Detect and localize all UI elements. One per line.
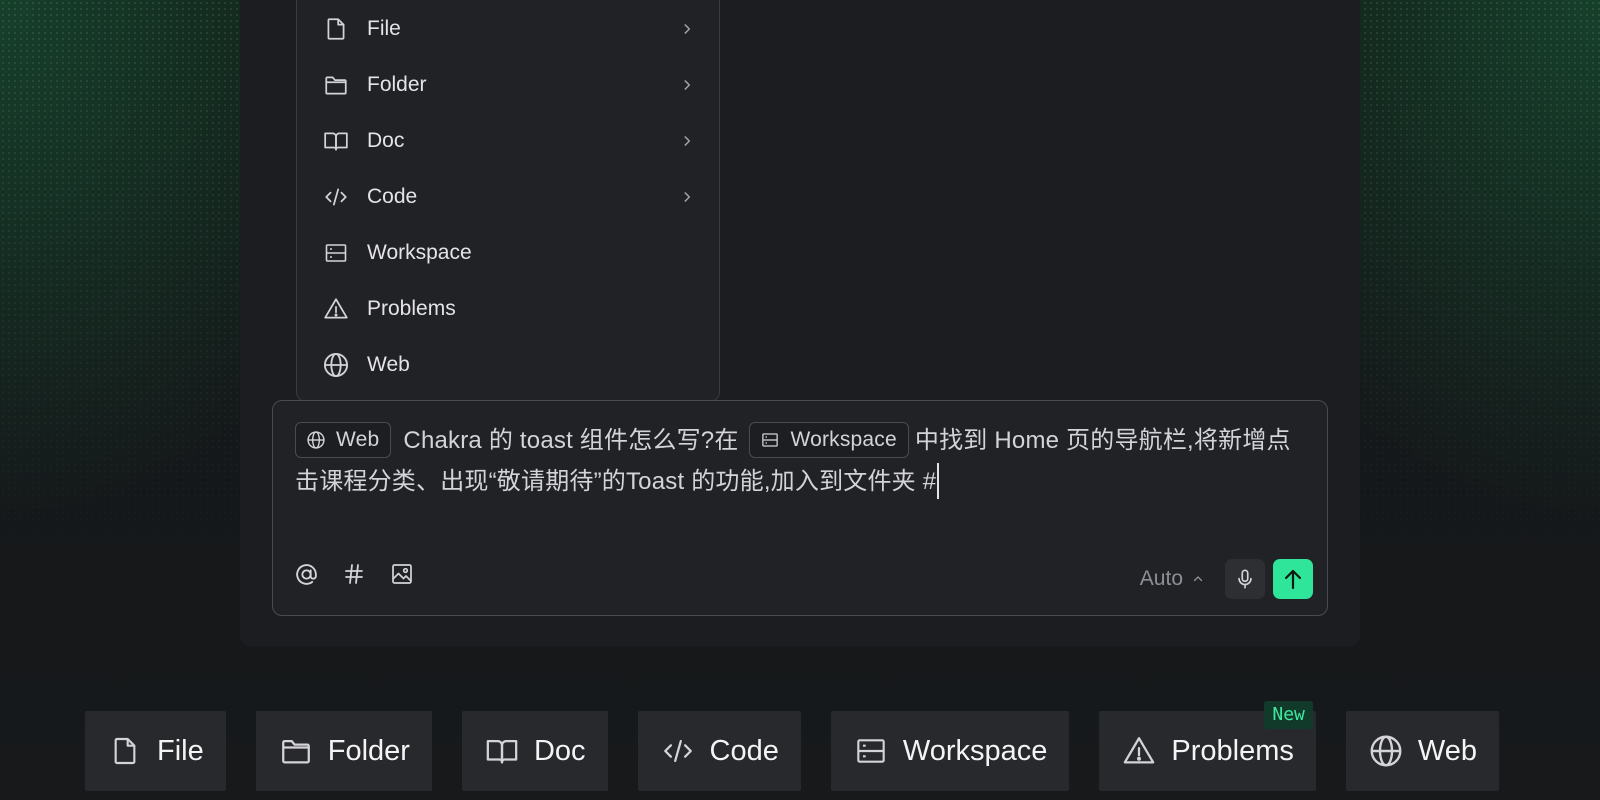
menu-item-label: Web	[367, 353, 410, 376]
context-web-button[interactable]: Web	[1345, 711, 1499, 791]
menu-item-problems[interactable]: Problems	[297, 281, 719, 337]
menu-item-label: Problems	[367, 297, 456, 320]
send-button[interactable]	[1273, 559, 1313, 599]
chevron-up-icon	[1191, 572, 1205, 586]
model-select[interactable]: Auto	[1140, 567, 1205, 591]
context-menu: File Folder Doc Code Workspace Problems	[296, 0, 720, 402]
chip-label: Workspace	[790, 428, 897, 452]
context-file-button[interactable]: File	[85, 711, 226, 791]
context-problems-button[interactable]: New Problems	[1099, 701, 1316, 791]
voice-input-button[interactable]	[1225, 559, 1265, 599]
warning-icon	[321, 294, 351, 324]
hash-icon[interactable]	[341, 561, 367, 587]
file-icon	[321, 14, 351, 44]
microphone-icon	[1234, 567, 1256, 591]
context-label: File	[157, 734, 204, 767]
context-label: Web	[1417, 734, 1477, 767]
chevron-right-icon	[677, 19, 697, 39]
image-icon[interactable]	[389, 561, 415, 587]
globe-icon	[1368, 733, 1404, 769]
folder-icon	[321, 70, 351, 100]
context-code-button[interactable]: Code	[637, 711, 801, 791]
composer-actions: Auto	[1140, 559, 1313, 599]
composer-tools	[293, 561, 415, 587]
chevron-right-icon	[677, 187, 697, 207]
menu-item-code[interactable]: Code	[297, 169, 719, 225]
context-folder-button[interactable]: Folder	[255, 711, 432, 791]
globe-icon	[305, 429, 327, 451]
menu-item-label: Folder	[367, 73, 427, 96]
file-icon	[107, 733, 143, 769]
chevron-right-icon	[677, 75, 697, 95]
menu-item-workspace[interactable]: Workspace	[297, 225, 719, 281]
text-cursor	[937, 462, 940, 499]
arrow-up-icon	[1281, 566, 1305, 592]
workspace-icon	[321, 238, 351, 268]
chip-label: Web	[336, 428, 380, 452]
context-workspace-button[interactable]: Workspace	[830, 711, 1070, 791]
context-label: Code	[709, 734, 779, 767]
message-text: Chakra 的 toast 组件怎么写?在	[403, 427, 739, 454]
folder-icon	[278, 733, 314, 769]
context-label: Folder	[327, 734, 410, 767]
context-label: Doc	[533, 734, 586, 767]
chevron-right-icon	[677, 131, 697, 151]
context-label: Workspace	[902, 734, 1048, 767]
menu-item-label: Doc	[367, 129, 405, 152]
menu-item-label: Code	[367, 185, 418, 208]
web-context-chip[interactable]: Web	[295, 421, 392, 458]
at-icon[interactable]	[293, 561, 319, 587]
menu-item-file[interactable]: File	[297, 1, 719, 57]
workspace-icon	[853, 733, 889, 769]
chat-composer[interactable]: Web Chakra 的 toast 组件怎么写?在 Workspace 中找到…	[272, 400, 1328, 616]
context-label: Problems	[1171, 734, 1294, 767]
code-icon	[321, 182, 351, 212]
context-doc-button[interactable]: Doc	[461, 711, 608, 791]
book-icon	[321, 126, 351, 156]
menu-item-web[interactable]: Web	[297, 337, 719, 393]
workspace-icon	[759, 429, 781, 451]
globe-icon	[321, 350, 351, 380]
menu-item-label: Workspace	[367, 241, 472, 264]
code-icon	[660, 733, 696, 769]
menu-item-label: File	[367, 17, 401, 40]
context-type-bar: File Folder Doc Code Workspace New Probl…	[85, 701, 1499, 791]
message-input[interactable]: Web Chakra 的 toast 组件怎么写?在 Workspace 中找到…	[295, 420, 1305, 502]
menu-item-folder[interactable]: Folder	[297, 57, 719, 113]
book-icon	[484, 733, 520, 769]
model-select-value: Auto	[1139, 567, 1183, 590]
workspace-context-chip[interactable]: Workspace	[749, 421, 909, 458]
warning-icon	[1121, 733, 1157, 769]
menu-item-doc[interactable]: Doc	[297, 113, 719, 169]
new-badge: New	[1264, 701, 1313, 729]
